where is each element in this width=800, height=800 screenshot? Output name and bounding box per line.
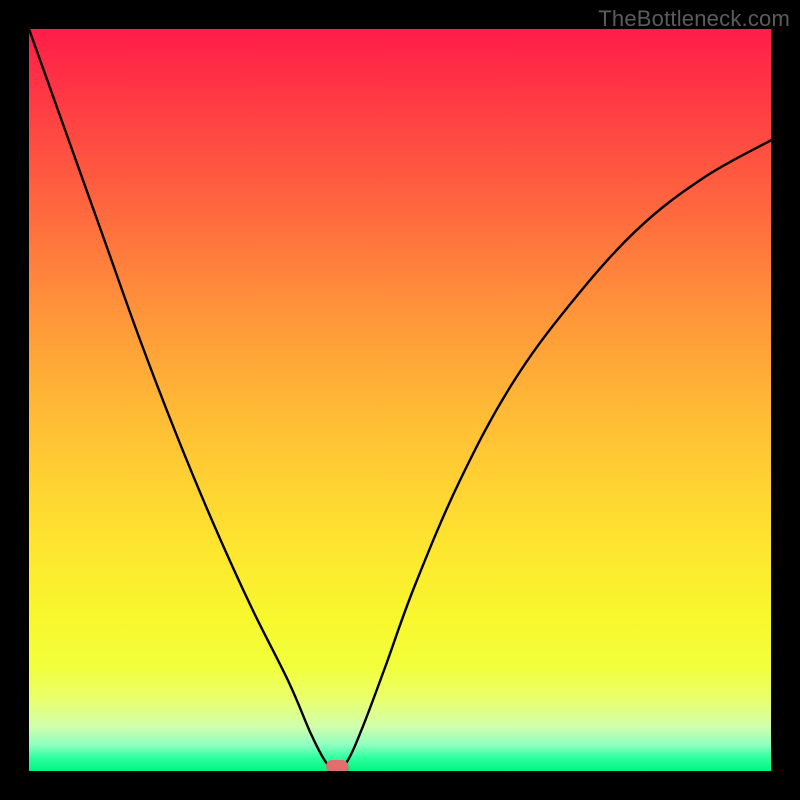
- minimum-marker: [326, 760, 348, 771]
- watermark-text: TheBottleneck.com: [598, 6, 790, 32]
- plot-area: [29, 29, 771, 771]
- bottleneck-curve: [29, 29, 771, 771]
- chart-frame: TheBottleneck.com: [0, 0, 800, 800]
